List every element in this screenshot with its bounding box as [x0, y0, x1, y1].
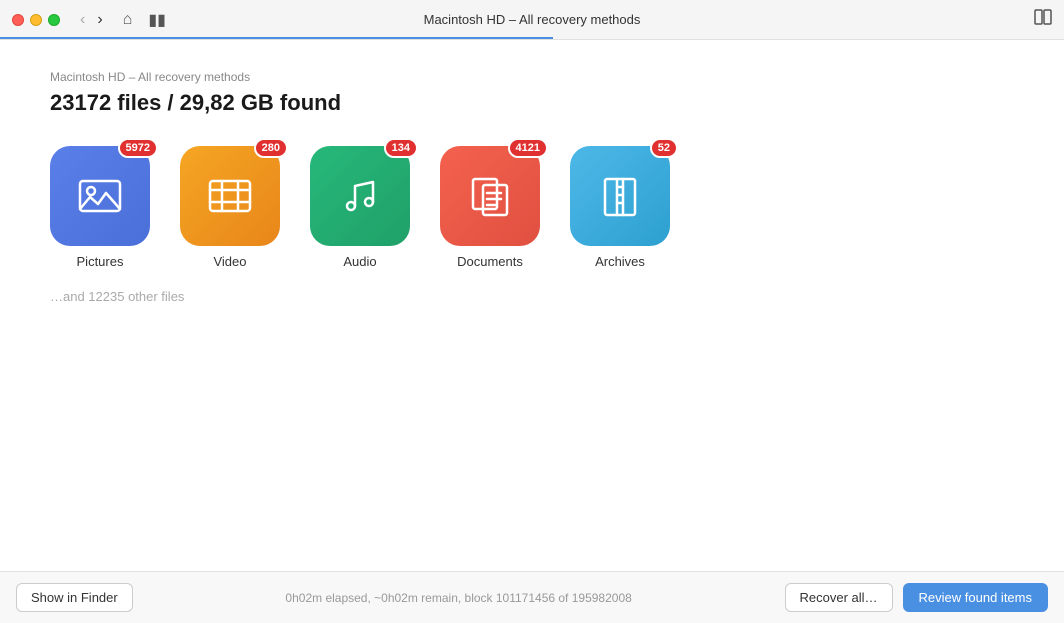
other-files-label: …and 12235 other files — [50, 289, 1014, 304]
home-button[interactable]: ⌂ — [119, 9, 137, 31]
pause-button[interactable]: ▮▮ — [144, 8, 170, 32]
documents-badge: 4121 — [508, 138, 548, 158]
archives-badge: 52 — [650, 138, 678, 158]
progress-bar — [0, 37, 553, 39]
file-count-heading: 23172 files / 29,82 GB found — [50, 90, 1014, 116]
forward-button[interactable]: › — [93, 10, 106, 30]
documents-icon-wrapper: 4121 — [440, 146, 540, 246]
category-item-archives[interactable]: 52 Archives — [570, 146, 670, 269]
category-item-video[interactable]: 280 Video — [180, 146, 280, 269]
recover-all-button[interactable]: Recover all… — [785, 583, 893, 612]
category-item-pictures[interactable]: 5972 Pictures — [50, 146, 150, 269]
category-item-audio[interactable]: 134 Audio — [310, 146, 410, 269]
maximize-button[interactable] — [48, 14, 60, 26]
video-label: Video — [213, 254, 246, 269]
titlebar: ‹ › ⌂ ▮▮ Macintosh HD – All recovery met… — [0, 0, 1064, 40]
audio-icon-wrapper: 134 — [310, 146, 410, 246]
pictures-icon-wrapper: 5972 — [50, 146, 150, 246]
audio-badge: 134 — [384, 138, 418, 158]
traffic-lights — [12, 14, 60, 26]
video-icon-wrapper: 280 — [180, 146, 280, 246]
video-badge: 280 — [254, 138, 288, 158]
minimize-button[interactable] — [30, 14, 42, 26]
archives-icon-wrapper: 52 — [570, 146, 670, 246]
documents-label: Documents — [457, 254, 523, 269]
nav-arrows: ‹ › — [76, 10, 107, 30]
book-icon[interactable] — [1034, 9, 1052, 30]
category-item-documents[interactable]: 4121 Documents — [440, 146, 540, 269]
breadcrumb: Macintosh HD – All recovery methods — [50, 70, 1014, 84]
archives-label: Archives — [595, 254, 645, 269]
pictures-label: Pictures — [77, 254, 124, 269]
back-button[interactable]: ‹ — [76, 10, 89, 30]
main-content: Macintosh HD – All recovery methods 2317… — [0, 40, 1064, 571]
bottom-bar: Show in Finder 0h02m elapsed, ~0h02m rem… — [0, 571, 1064, 623]
pictures-badge: 5972 — [118, 138, 158, 158]
audio-label: Audio — [343, 254, 376, 269]
status-text: 0h02m elapsed, ~0h02m remain, block 1011… — [133, 591, 785, 605]
show-in-finder-button[interactable]: Show in Finder — [16, 583, 133, 612]
categories-row: 5972 Pictures 280 V — [50, 146, 1014, 269]
window-title: Macintosh HD – All recovery methods — [424, 12, 641, 27]
close-button[interactable] — [12, 14, 24, 26]
review-found-items-button[interactable]: Review found items — [903, 583, 1048, 612]
